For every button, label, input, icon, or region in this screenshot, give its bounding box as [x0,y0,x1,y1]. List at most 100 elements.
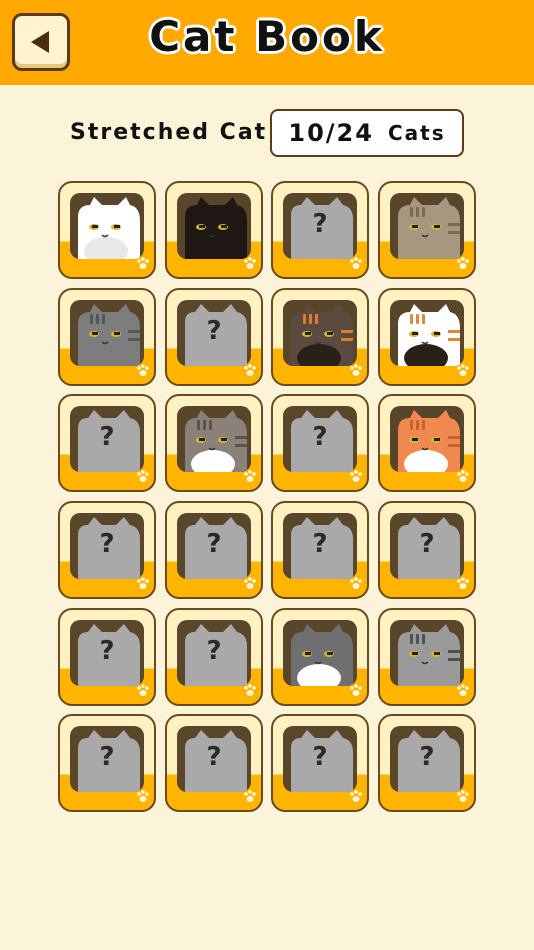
unknown-cat-mark: ? [312,529,328,559]
cat-card-unlocked[interactable] [165,181,263,279]
cat-card-locked[interactable]: ? [165,501,263,599]
cat-portrait: ? [70,726,144,792]
paw-badge [136,255,150,274]
paw-icon [244,257,256,269]
cat-card-locked[interactable]: ? [58,501,156,599]
paw-icon [350,684,362,696]
paw-badge [456,788,470,807]
cat-card-locked[interactable]: ? [271,394,369,492]
unknown-cat-mark: ? [312,209,328,239]
cat-card-unlocked[interactable] [165,394,263,492]
cat-card-unlocked[interactable] [378,394,476,492]
cat-card-locked[interactable]: ? [378,714,476,812]
paw-icon [350,364,362,376]
paw-badge [349,255,363,274]
cat-card-locked[interactable]: ? [271,181,369,279]
paw-icon [457,684,469,696]
cat-portrait [390,406,464,472]
cat-card-unlocked[interactable] [378,608,476,706]
paw-icon [244,577,256,589]
paw-icon [457,577,469,589]
cat-card-locked[interactable]: ? [378,501,476,599]
cat-grid: ?????????????? [0,0,534,950]
paw-badge [243,468,257,487]
paw-badge [243,362,257,381]
cat-face-orange-tabby [398,410,460,472]
unknown-cat-mark: ? [99,422,115,452]
cat-portrait: ? [70,406,144,472]
paw-badge [136,362,150,381]
cat-card-unlocked[interactable] [58,288,156,386]
cat-portrait: ? [283,726,357,792]
cat-face-gray-tabby [78,304,140,366]
paw-icon [457,790,469,802]
unknown-cat-mark: ? [312,422,328,452]
cat-portrait: ? [390,513,464,579]
cat-card-locked[interactable]: ? [165,714,263,812]
paw-badge [136,788,150,807]
cat-face-brown-tabby [398,197,460,259]
cat-card-unlocked[interactable] [271,608,369,706]
cat-card-unlocked[interactable] [378,181,476,279]
cat-portrait: ? [390,726,464,792]
cat-card-locked[interactable]: ? [58,394,156,492]
cat-portrait [390,300,464,366]
cat-portrait: ? [283,193,357,259]
cat-card-unlocked[interactable] [271,288,369,386]
cat-card-locked[interactable]: ? [165,288,263,386]
unknown-cat-mark: ? [206,636,222,666]
cat-face-white [78,197,140,259]
paw-badge [349,682,363,701]
unknown-cat-mark: ? [419,529,435,559]
cat-portrait: ? [177,620,251,686]
cat-portrait: ? [283,406,357,472]
cat-portrait: ? [70,620,144,686]
unknown-cat-mark: ? [419,742,435,772]
unknown-cat-mark: ? [99,636,115,666]
paw-badge [136,468,150,487]
cat-portrait [283,620,357,686]
paw-icon [350,470,362,482]
cat-face-calico [398,304,460,366]
unknown-cat-mark: ? [312,742,328,772]
paw-badge [349,362,363,381]
paw-badge [456,682,470,701]
cat-face-tortoiseshell [291,304,353,366]
paw-badge [349,468,363,487]
cat-portrait [390,620,464,686]
unknown-cat-mark: ? [99,742,115,772]
paw-badge [243,682,257,701]
paw-icon [244,364,256,376]
paw-badge [243,788,257,807]
cat-card-unlocked[interactable] [58,181,156,279]
paw-icon [137,684,149,696]
paw-badge [456,362,470,381]
cat-card-locked[interactable]: ? [58,608,156,706]
cat-portrait: ? [177,726,251,792]
cat-card-locked[interactable]: ? [271,501,369,599]
cat-face-black [185,197,247,259]
cat-card-locked[interactable]: ? [271,714,369,812]
cat-face-silver-tabby [398,624,460,686]
cat-face-gray-white-tabby [185,410,247,472]
paw-badge [349,788,363,807]
unknown-cat-mark: ? [206,742,222,772]
paw-icon [350,577,362,589]
paw-icon [137,257,149,269]
cat-portrait: ? [177,300,251,366]
paw-badge [456,468,470,487]
cat-card-unlocked[interactable] [378,288,476,386]
paw-icon [457,470,469,482]
cat-portrait: ? [283,513,357,579]
unknown-cat-mark: ? [99,529,115,559]
cat-face-gray-white [291,624,353,686]
paw-icon [457,257,469,269]
paw-icon [137,790,149,802]
paw-icon [137,364,149,376]
cat-portrait [390,193,464,259]
cat-card-locked[interactable]: ? [58,714,156,812]
paw-icon [244,470,256,482]
paw-badge [243,575,257,594]
unknown-cat-mark: ? [206,316,222,346]
cat-card-locked[interactable]: ? [165,608,263,706]
